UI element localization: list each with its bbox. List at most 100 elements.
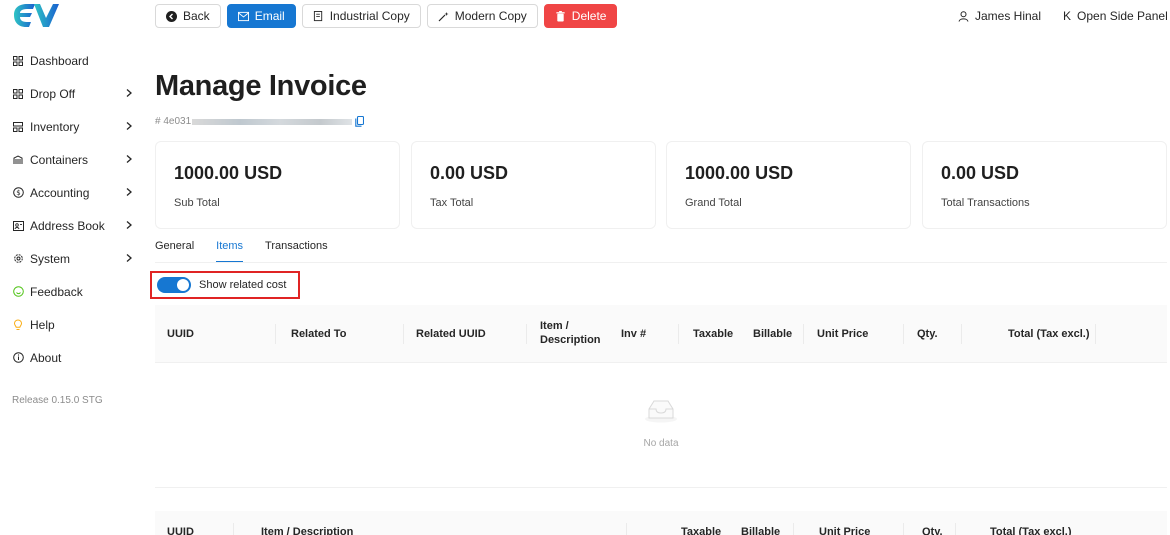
- svg-text:$: $: [16, 189, 20, 197]
- sidebar-item-containers[interactable]: Containers: [0, 143, 142, 176]
- empty-inbox-icon: [645, 400, 677, 423]
- related-cost-toggle-highlight: Show related cost: [150, 271, 300, 299]
- side-panel-icon: K: [1063, 9, 1072, 23]
- grid-icon: [12, 55, 24, 67]
- contacts-icon: [12, 220, 24, 232]
- app-root: Dashboard Drop Off Inventory Containers …: [0, 0, 1170, 535]
- col-total-tax-excl[interactable]: Total (Tax excl.): [1008, 327, 1090, 341]
- copy-icon[interactable]: [355, 116, 365, 127]
- items-table-header: UUID Related To Related UUID Item / Desc…: [155, 305, 1167, 363]
- delete-label: Delete: [571, 9, 607, 23]
- show-related-cost-label: Show related cost: [199, 279, 287, 291]
- sidebar-item-label: Containers: [30, 152, 89, 167]
- stat-card-total-transactions: 0.00 USD Total Transactions: [922, 141, 1167, 229]
- stat-card-sub-total: 1000.00 USD Sub Total: [155, 141, 400, 229]
- col-uuid[interactable]: UUID: [167, 327, 194, 341]
- col-total-tax-excl[interactable]: Total (Tax excl.): [990, 525, 1072, 535]
- col-inv-number[interactable]: Inv #: [621, 327, 646, 341]
- back-circle-icon: [166, 10, 177, 22]
- open-side-panel-button[interactable]: K Open Side Panel: [1063, 9, 1168, 23]
- col-unit-price[interactable]: Unit Price: [819, 525, 870, 535]
- back-button[interactable]: Back: [155, 4, 221, 28]
- col-item-description[interactable]: Item / Description: [540, 319, 602, 347]
- sidebar-item-drop-off[interactable]: Drop Off: [0, 77, 142, 110]
- col-separator: [403, 324, 404, 344]
- dollar-circle-icon: $: [12, 187, 24, 199]
- col-item-description[interactable]: Item / Description: [261, 525, 353, 535]
- invoice-tabs: General Items Transactions: [155, 240, 328, 264]
- stat-value: 0.00 USD: [430, 163, 509, 183]
- sidebar-item-accounting[interactable]: $ Accounting: [0, 176, 142, 209]
- stat-card-tax-total: 0.00 USD Tax Total: [411, 141, 656, 229]
- col-related-uuid[interactable]: Related UUID: [416, 327, 486, 341]
- stat-card-grand-total: 1000.00 USD Grand Total: [666, 141, 911, 229]
- user-menu[interactable]: James Hinal: [958, 9, 1041, 23]
- invoice-id-prefix: # 4e031: [155, 116, 192, 127]
- tab-general[interactable]: General: [155, 240, 194, 262]
- col-separator: [233, 523, 234, 535]
- container-icon: [12, 154, 24, 166]
- stat-label: Sub Total: [174, 197, 220, 209]
- document-icon: [313, 10, 322, 21]
- sidebar-item-about[interactable]: About: [0, 341, 142, 374]
- sidebar-item-address-book[interactable]: Address Book: [0, 209, 142, 242]
- sidebar-item-label: System: [30, 251, 71, 266]
- smile-icon: [12, 286, 24, 298]
- sidebar-item-help[interactable]: Help: [0, 308, 142, 341]
- mail-icon: [237, 11, 249, 21]
- chevron-right-icon: [126, 155, 132, 163]
- modern-copy-button[interactable]: Modern Copy: [426, 4, 538, 28]
- tab-items[interactable]: Items: [216, 240, 243, 263]
- col-separator: [961, 324, 962, 344]
- email-button[interactable]: Email: [226, 4, 296, 28]
- sidebar-item-label: Inventory: [30, 119, 80, 134]
- ev-logo[interactable]: [10, 2, 60, 28]
- trash-icon: [556, 10, 565, 22]
- col-uuid[interactable]: UUID: [167, 525, 194, 535]
- release-version: Release 0.15.0 STG: [12, 395, 103, 406]
- delete-button[interactable]: Delete: [543, 4, 618, 28]
- industrial-copy-button[interactable]: Industrial Copy: [301, 4, 421, 28]
- sidebar-item-dashboard[interactable]: Dashboard: [0, 44, 142, 77]
- sidebar-item-system[interactable]: System: [0, 242, 142, 275]
- sidebar-item-label: About: [30, 350, 62, 365]
- col-billable[interactable]: Billable: [753, 327, 792, 341]
- grid-icon: [12, 88, 24, 100]
- chevron-right-icon: [126, 188, 132, 196]
- sidebar-nav: Dashboard Drop Off Inventory Containers …: [0, 44, 142, 374]
- sidebar-item-inventory[interactable]: Inventory: [0, 110, 142, 143]
- back-label: Back: [183, 9, 210, 23]
- col-unit-price[interactable]: Unit Price: [817, 327, 868, 341]
- col-separator: [1095, 324, 1096, 344]
- no-data-text: No data: [643, 438, 679, 449]
- show-related-cost-switch[interactable]: [157, 277, 191, 293]
- sidebar-item-label: Dashboard: [30, 53, 89, 68]
- col-billable[interactable]: Billable: [741, 525, 780, 535]
- col-separator: [793, 523, 794, 535]
- stat-label: Grand Total: [685, 197, 742, 209]
- magic-wand-icon: [438, 11, 449, 21]
- col-taxable[interactable]: Taxable: [681, 525, 721, 535]
- sidebar-item-label: Drop Off: [30, 86, 76, 101]
- col-separator: [903, 324, 904, 344]
- chevron-right-icon: [126, 122, 132, 130]
- redacted-id: [192, 118, 353, 125]
- email-label: Email: [254, 9, 285, 23]
- open-side-panel-label: Open Side Panel: [1077, 9, 1168, 23]
- sidebar-item-feedback[interactable]: Feedback: [0, 275, 142, 308]
- tab-transactions[interactable]: Transactions: [265, 240, 328, 262]
- industrial-copy-label: Industrial Copy: [329, 9, 410, 23]
- user-name: James Hinal: [975, 9, 1042, 23]
- col-related-to[interactable]: Related To: [291, 327, 346, 341]
- col-separator: [955, 523, 956, 535]
- col-qty[interactable]: Qty.: [917, 327, 938, 341]
- col-qty[interactable]: Qty.: [922, 525, 943, 535]
- items-table-empty: No data: [155, 364, 1167, 488]
- modern-copy-label: Modern Copy: [454, 9, 527, 23]
- chevron-right-icon: [126, 254, 132, 262]
- col-taxable[interactable]: Taxable: [693, 327, 733, 341]
- sidebar-item-label: Address Book: [30, 218, 105, 233]
- second-table-header: UUID Item / Description Taxable Billable…: [155, 511, 1167, 535]
- col-separator: [275, 324, 276, 344]
- stat-value: 1000.00 USD: [685, 163, 794, 183]
